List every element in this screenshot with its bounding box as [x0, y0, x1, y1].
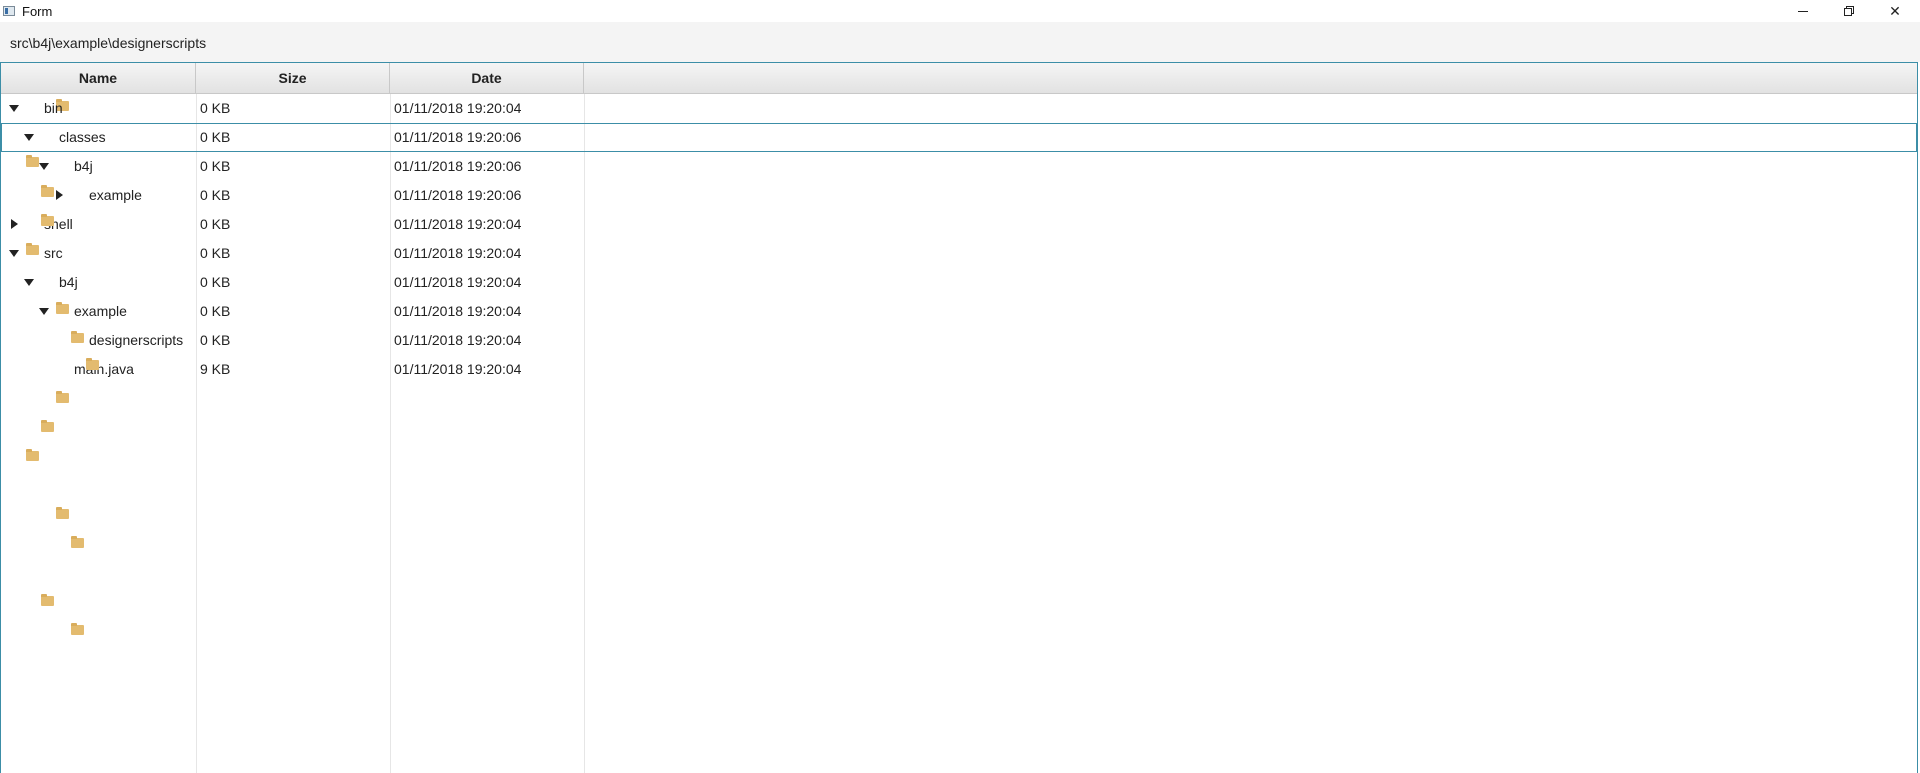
title-bar: Form ✕ — [0, 0, 1920, 22]
window-title: Form — [22, 4, 53, 19]
table-header: Name Size Date — [1, 63, 1917, 94]
table-row[interactable]: b4j 0 KB 01/11/2018 19:20:04 — [1, 268, 1917, 297]
folder-icon — [71, 623, 84, 635]
item-name: classes — [59, 129, 106, 145]
minimize-icon — [1798, 10, 1808, 12]
item-name: designerscripts — [89, 332, 184, 348]
item-name: example — [89, 187, 142, 203]
folder-icon — [26, 243, 39, 255]
folder-icon — [71, 331, 84, 343]
folder-icon — [41, 420, 54, 432]
folder-icon — [26, 449, 39, 461]
folder-icon — [41, 185, 54, 197]
folder-icon — [86, 358, 99, 370]
item-name: example — [74, 303, 127, 319]
column-header-size[interactable]: Size — [196, 63, 390, 93]
table-row[interactable]: main.java 9 KB 01/11/2018 19:20:04 — [1, 355, 1917, 384]
item-name: b4j — [59, 274, 78, 290]
expand-arrow-icon[interactable] — [39, 308, 49, 315]
name-cell: src — [1, 239, 196, 268]
date-cell: 01/11/2018 19:20:06 — [394, 187, 522, 203]
name-cell: classes — [1, 123, 196, 152]
expand-arrow-icon[interactable] — [9, 250, 19, 257]
name-cell: bin — [1, 94, 196, 123]
expand-arrow-icon[interactable] — [39, 163, 49, 170]
size-cell: 0 KB — [200, 245, 231, 261]
expand-arrow-icon[interactable] — [24, 134, 34, 141]
table-row[interactable]: shell 0 KB 01/11/2018 19:20:04 — [1, 210, 1917, 239]
table-row[interactable]: designerscripts 0 KB 01/11/2018 19:20:04 — [1, 326, 1917, 355]
size-cell: 0 KB — [200, 158, 231, 174]
name-cell: main.java — [1, 355, 196, 384]
date-cell: 01/11/2018 19:20:04 — [394, 216, 522, 232]
table-body: bin 0 KB 01/11/2018 19:20:04 classes 0 K… — [1, 94, 1917, 384]
item-name: b4j — [74, 158, 93, 174]
maximize-button[interactable] — [1826, 0, 1872, 22]
table-row[interactable]: example 0 KB 01/11/2018 19:20:06 — [1, 181, 1917, 210]
restore-icon — [1844, 6, 1854, 16]
size-cell: 0 KB — [200, 187, 231, 203]
size-cell: 0 KB — [200, 216, 231, 232]
file-tree-table[interactable]: Name Size Date bin 0 KB 01/11/2018 19:20… — [0, 62, 1918, 773]
table-row[interactable]: bin 0 KB 01/11/2018 19:20:04 — [1, 94, 1917, 123]
size-cell: 9 KB — [200, 361, 231, 377]
current-path-label: src\b4j\example\designerscripts — [10, 35, 207, 51]
date-cell: 01/11/2018 19:20:04 — [394, 274, 522, 290]
size-cell: 0 KB — [200, 332, 231, 348]
item-name: src — [44, 245, 63, 261]
folder-icon — [56, 302, 69, 314]
folder-icon — [56, 391, 69, 403]
date-cell: 01/11/2018 19:20:04 — [394, 303, 522, 319]
app-window: Form ✕ src\b4j\example\designerscripts N… — [0, 0, 1920, 773]
table-row[interactable]: src 0 KB 01/11/2018 19:20:04 — [1, 239, 1917, 268]
app-icon — [3, 6, 15, 16]
column-header-date[interactable]: Date — [390, 63, 584, 93]
date-cell: 01/11/2018 19:20:04 — [394, 100, 522, 116]
table-row-selected[interactable]: classes 0 KB 01/11/2018 19:20:06 — [1, 123, 1917, 152]
size-cell: 0 KB — [200, 274, 231, 290]
size-cell: 0 KB — [200, 129, 231, 145]
folder-icon — [26, 155, 39, 167]
name-cell: example — [1, 181, 196, 210]
folder-icon — [41, 594, 54, 606]
date-cell: 01/11/2018 19:20:06 — [394, 129, 522, 145]
item-name: main.java — [74, 361, 134, 377]
expand-arrow-icon[interactable] — [24, 279, 34, 286]
table-row[interactable]: example 0 KB 01/11/2018 19:20:04 — [1, 297, 1917, 326]
folder-icon — [41, 214, 54, 226]
date-cell: 01/11/2018 19:20:04 — [394, 361, 522, 377]
date-cell: 01/11/2018 19:20:06 — [394, 158, 522, 174]
column-header-name[interactable]: Name — [1, 63, 196, 93]
name-cell: b4j — [1, 152, 196, 181]
expand-arrow-icon[interactable] — [9, 105, 19, 112]
name-cell: b4j — [1, 268, 196, 297]
name-cell: shell — [1, 210, 196, 239]
close-icon: ✕ — [1889, 2, 1901, 19]
close-button[interactable]: ✕ — [1872, 0, 1918, 22]
folder-icon — [56, 507, 69, 519]
date-cell: 01/11/2018 19:20:04 — [394, 332, 522, 348]
name-cell: example — [1, 297, 196, 326]
name-cell: designerscripts — [1, 326, 196, 355]
size-cell: 0 KB — [200, 303, 231, 319]
folder-icon — [71, 536, 84, 548]
collapse-arrow-icon[interactable] — [11, 219, 18, 229]
date-cell: 01/11/2018 19:20:04 — [394, 245, 522, 261]
table-row[interactable]: b4j 0 KB 01/11/2018 19:20:06 — [1, 152, 1917, 181]
item-name: bin — [44, 100, 63, 116]
minimize-button[interactable] — [1780, 0, 1826, 22]
path-bar: src\b4j\example\designerscripts — [0, 22, 1920, 62]
size-cell: 0 KB — [200, 100, 231, 116]
collapse-arrow-icon[interactable] — [56, 190, 63, 200]
